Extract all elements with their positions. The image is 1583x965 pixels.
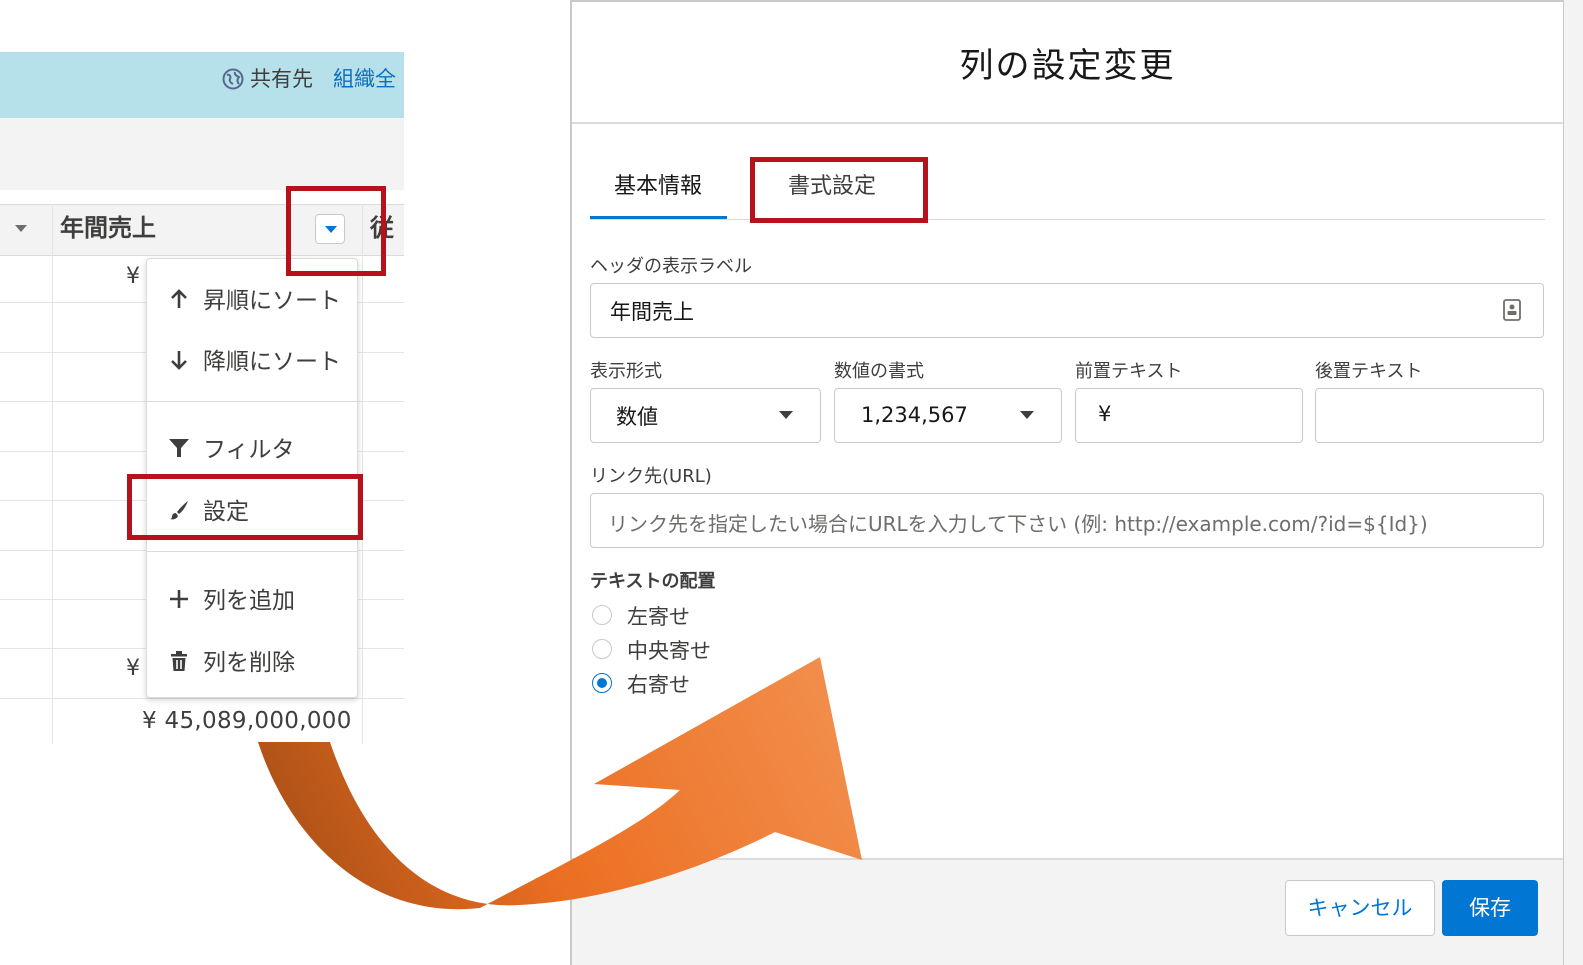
contact-card-icon[interactable] <box>1502 299 1522 321</box>
column-settings-modal <box>570 0 1563 965</box>
link-url-placeholder: リンク先を指定したい場合にURLを入力して下さい (例: http://exam… <box>608 512 1428 536</box>
list-view-fragment: 共有先 組織全 年間売上 従 ¥ ¥ ¥ 45,089,000,000 昇順にソ… <box>0 0 404 760</box>
arrow-up-icon <box>171 289 187 308</box>
trash-icon <box>171 651 187 671</box>
chevron-down-icon <box>779 411 793 419</box>
header-label-value: 年間売上 <box>610 300 694 324</box>
column-divider <box>52 204 53 744</box>
prefix-text-label: 前置テキスト <box>1075 361 1183 382</box>
radio-align-center[interactable] <box>592 639 612 659</box>
save-button[interactable]: 保存 <box>1442 880 1538 936</box>
list-toolbar-area <box>0 118 404 190</box>
menu-item-label: 列を削除 <box>203 650 295 676</box>
menu-divider <box>147 551 357 552</box>
suffix-text-input[interactable] <box>1315 388 1544 443</box>
cell-value: ¥ <box>126 264 140 289</box>
radio-align-left[interactable] <box>592 605 612 625</box>
display-format-label: 表示形式 <box>590 361 662 382</box>
radio-label: 中央寄せ <box>627 639 711 663</box>
background-edge <box>1563 0 1583 965</box>
menu-item-label: 昇順にソート <box>203 288 341 314</box>
highlight-box-format-tab <box>750 157 928 223</box>
header-label-input[interactable] <box>590 283 1544 338</box>
tab-basic-info[interactable]: 基本情報 <box>614 168 702 200</box>
menu-item-add-column[interactable]: 列を追加 <box>147 577 357 617</box>
menu-item-label: フィルタ <box>203 437 295 463</box>
display-format-value: 数値 <box>616 405 658 429</box>
filter-icon <box>169 439 189 457</box>
menu-item-label: 降順にソート <box>203 349 341 375</box>
menu-item-delete-column[interactable]: 列を削除 <box>147 639 357 679</box>
header-label-field-label: ヘッダの表示ラベル <box>590 256 752 277</box>
prefix-text-value: ¥ <box>1098 402 1112 426</box>
menu-item-sort-ascending[interactable]: 昇順にソート <box>147 277 357 317</box>
radio-label: 右寄せ <box>627 673 690 697</box>
active-tab-indicator <box>590 216 727 219</box>
menu-item-label: 列を追加 <box>203 588 295 614</box>
menu-item-sort-descending[interactable]: 降順にソート <box>147 338 357 378</box>
chevron-down-icon <box>1020 411 1034 419</box>
radio-align-right[interactable] <box>592 673 612 693</box>
share-label: 共有先 <box>250 67 313 91</box>
arrow-down-icon <box>171 351 187 370</box>
cell-value-last-row: ¥ 45,089,000,000 <box>142 708 352 734</box>
modal-title: 列の設定変更 <box>959 46 1176 86</box>
column-header-annual-revenue[interactable]: 年間売上 <box>60 208 156 243</box>
menu-divider <box>147 401 357 402</box>
highlight-box-settings <box>127 474 363 540</box>
radio-label: 左寄せ <box>627 605 690 629</box>
share-target-link[interactable]: 組織全 <box>333 63 396 93</box>
number-format-value: 1,234,567 <box>861 403 968 427</box>
number-format-label: 数値の書式 <box>834 361 924 382</box>
tabs-border <box>590 219 1545 220</box>
cancel-button[interactable]: キャンセル <box>1285 880 1435 936</box>
globe-icon <box>222 68 244 90</box>
chevron-down-icon[interactable] <box>12 222 30 234</box>
menu-item-filter[interactable]: フィルタ <box>147 426 357 466</box>
cell-value: ¥ <box>126 656 140 681</box>
alignment-label: テキストの配置 <box>590 571 716 592</box>
suffix-text-label: 後置テキスト <box>1315 361 1423 382</box>
highlight-box-dropdown <box>286 186 386 276</box>
plus-icon <box>170 590 188 608</box>
table-row <box>0 698 404 699</box>
link-url-label: リンク先(URL) <box>590 466 712 487</box>
